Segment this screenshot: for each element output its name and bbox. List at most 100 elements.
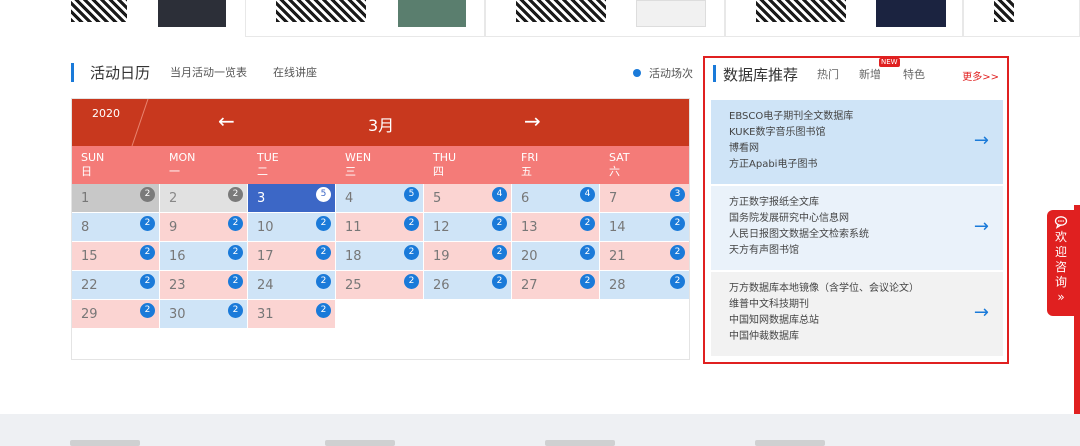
footer-heading	[545, 440, 615, 446]
database-link[interactable]: 方正Apabi电子图书	[729, 157, 853, 173]
activity-count-badge: 2	[316, 245, 331, 260]
calendar-day[interactable]: 18 2	[336, 242, 423, 270]
next-month-button[interactable]: →	[524, 109, 541, 133]
database-link[interactable]: 人民日报图文数据全文检索系统	[729, 227, 869, 243]
calendar-month-bar: 2020 ← 3月 →	[72, 99, 689, 146]
database-group[interactable]: 方正数字报纸全文库 国务院发展研究中心信息网 人民日报图文数据全文检索系统 天方…	[711, 186, 1003, 270]
new-badge: NEW	[879, 58, 900, 67]
activity-count-badge: 2	[228, 303, 243, 318]
consult-label: 欢迎咨询	[1054, 230, 1067, 289]
calendar-day[interactable]: 16 2	[160, 242, 247, 270]
activity-count-badge: 2	[404, 216, 419, 231]
footer-heading	[70, 440, 140, 446]
qr-code-image	[276, 0, 366, 22]
resource-card[interactable]	[963, 0, 1080, 37]
calendar-day[interactable]: 19 2	[424, 242, 511, 270]
activity-count-badge: 2	[140, 216, 155, 231]
calendar-month: 3月	[368, 116, 395, 135]
activity-count-badge: 2	[228, 187, 243, 202]
database-link[interactable]: 万方数据库本地镜像（含学位、会议论文）	[729, 281, 919, 297]
database-title: 数据库推荐	[723, 66, 799, 84]
calendar-day[interactable]: 25 2	[336, 271, 423, 299]
calendar-day[interactable]: 64	[512, 184, 599, 212]
tab-new[interactable]: 新增	[859, 66, 881, 82]
tab-featured[interactable]: 特色	[903, 66, 925, 82]
database-link[interactable]: EBSCO电子期刊全文数据库	[729, 109, 853, 125]
qr-code-image	[71, 0, 127, 22]
calendar-day[interactable]: 15 2	[72, 242, 159, 270]
database-link[interactable]: 方正数字报纸全文库	[729, 195, 869, 211]
activity-count-badge: 4	[492, 187, 507, 202]
calendar-day[interactable]: 82	[72, 213, 159, 241]
database-link[interactable]: 中国仲裁数据库	[729, 329, 919, 345]
database-group[interactable]: EBSCO电子期刊全文数据库 KUKE数字音乐图书馆 博看网 方正Apabi电子…	[711, 100, 1003, 184]
calendar-day[interactable]: 12 2	[424, 213, 511, 241]
arrow-right-icon[interactable]: →	[974, 302, 989, 323]
tab-hot[interactable]: 热门	[817, 66, 839, 82]
activity-count-badge: 2	[404, 245, 419, 260]
database-link[interactable]: 博看网	[729, 141, 853, 157]
footer-heading	[325, 440, 395, 446]
calendar-day[interactable]: 31 2	[248, 300, 335, 328]
weekday-header: SUN 日 MON 一 TUE 二 WEN 三 THU 四 FRI 五 SAT 六	[72, 146, 689, 184]
top-card-strip	[0, 0, 1080, 38]
calendar-day[interactable]: 11 2	[336, 213, 423, 241]
activity-count-badge: 2	[670, 216, 685, 231]
activity-count-badge: 2	[140, 187, 155, 202]
calendar-day[interactable]: 27 2	[512, 271, 599, 299]
calendar-title: 活动日历	[90, 63, 151, 82]
chat-icon	[1054, 216, 1068, 229]
resource-card[interactable]	[485, 0, 725, 37]
calendar-day[interactable]: 29 2	[72, 300, 159, 328]
section-accent-bar	[71, 62, 74, 82]
prev-month-button[interactable]: ←	[218, 109, 235, 133]
more-link[interactable]: 更多>>	[962, 68, 999, 83]
arrow-right-icon[interactable]: →	[974, 216, 989, 237]
database-link[interactable]: 国务院发展研究中心信息网	[729, 211, 869, 227]
calendar-day[interactable]: 26 2	[424, 271, 511, 299]
database-link[interactable]: 天方有声图书馆	[729, 243, 869, 259]
calendar-day[interactable]: 13 2	[512, 213, 599, 241]
calendar-day[interactable]: 54	[424, 184, 511, 212]
activity-count-badge: 2	[670, 245, 685, 260]
calendar-day[interactable]: 12	[72, 184, 159, 212]
qr-code-image	[994, 0, 1014, 22]
calendar-day[interactable]: 10 2	[248, 213, 335, 241]
resource-card[interactable]	[245, 0, 485, 37]
activity-count-badge: 5	[316, 187, 331, 202]
calendar-day[interactable]: 30 2	[160, 300, 247, 328]
calendar-day[interactable]: 17 2	[248, 242, 335, 270]
divider-slash-icon	[131, 99, 149, 146]
database-link[interactable]: 维普中文科技期刊	[729, 297, 919, 313]
activity-count-badge: 2	[492, 274, 507, 289]
calendar-day[interactable]: 28 2	[600, 271, 689, 299]
calendar-day[interactable]: 14 2	[600, 213, 689, 241]
database-link[interactable]: 中国知网数据库总站	[729, 313, 919, 329]
database-group[interactable]: 万方数据库本地镜像（含学位、会议论文） 维普中文科技期刊 中国知网数据库总站 中…	[711, 272, 1003, 356]
database-link[interactable]: KUKE数字音乐图书馆	[729, 125, 853, 141]
activity-count-badge: 2	[228, 245, 243, 260]
activity-count-badge: 2	[140, 274, 155, 289]
calendar-day[interactable]: 21 2	[600, 242, 689, 270]
tab-online-lectures[interactable]: 在线讲座	[273, 64, 317, 80]
calendar-day[interactable]: 22	[160, 184, 247, 212]
calendar-day[interactable]: 73	[600, 184, 689, 212]
cover-thumbnail	[158, 0, 226, 27]
weekday-mon: MON 一	[169, 151, 196, 178]
calendar-day[interactable]: 22 2	[72, 271, 159, 299]
calendar-day-today[interactable]: 35	[248, 184, 335, 212]
calendar-day[interactable]: 23 2	[160, 271, 247, 299]
calendar-day[interactable]: 20 2	[512, 242, 599, 270]
calendar-day[interactable]: 92	[160, 213, 247, 241]
resource-card[interactable]	[725, 0, 963, 37]
calendar-day[interactable]: 45	[336, 184, 423, 212]
tab-monthly-activities[interactable]: 当月活动一览表	[170, 64, 247, 80]
weekday-thu: THU 四	[433, 151, 457, 178]
cover-thumbnail	[636, 0, 706, 27]
calendar-day[interactable]: 24 2	[248, 271, 335, 299]
activity-count-badge: 2	[316, 303, 331, 318]
arrow-right-icon[interactable]: →	[974, 130, 989, 151]
activity-count-badge: 2	[580, 216, 595, 231]
chevron-double-right-icon: »	[1057, 290, 1065, 304]
consult-button[interactable]: 欢迎咨询 »	[1047, 210, 1075, 316]
